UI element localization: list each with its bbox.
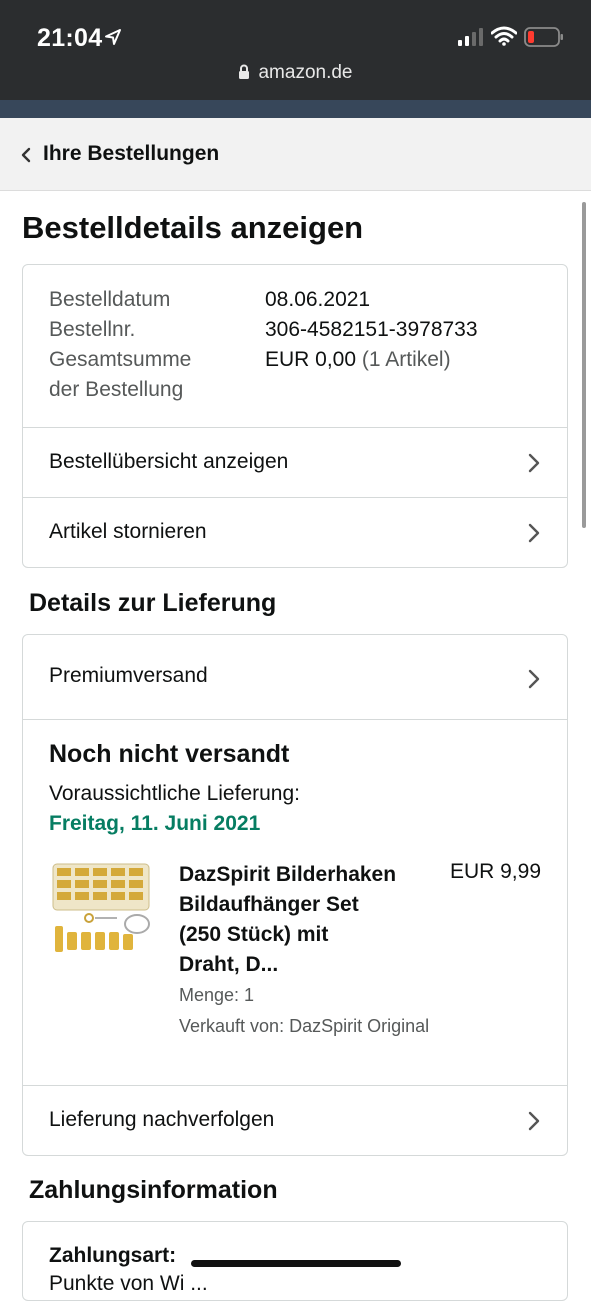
battery-low-icon xyxy=(524,27,563,47)
shipment-status: Noch nicht versandt xyxy=(49,740,290,768)
chevron-right-icon xyxy=(528,523,540,543)
chevron-right-icon xyxy=(528,453,540,473)
order-total-value: EUR 0,00 xyxy=(265,348,357,371)
order-number-value: 306-4582151-3978733 xyxy=(265,318,478,341)
order-number-label: Bestellnr. xyxy=(49,318,136,341)
delivery-section-title: Details zur Lieferung xyxy=(29,589,277,617)
order-summary-card: Bestelldatum Bestellnr. Gesamtsumme der … xyxy=(22,264,568,568)
status-time: 21:04 xyxy=(37,24,103,52)
address-bar[interactable]: amazon.de xyxy=(0,62,591,92)
amazon-nav-strip xyxy=(0,100,591,118)
order-item-count: (1 Artikel) xyxy=(361,348,451,371)
expected-delivery-label: Voraussichtliche Lieferung: xyxy=(49,782,300,805)
product-title-line[interactable]: Draht, D... xyxy=(179,950,396,980)
product-title-line[interactable]: Bildaufhänger Set xyxy=(179,890,396,920)
lock-icon xyxy=(239,64,250,79)
order-overview-row[interactable]: Bestellübersicht anzeigen xyxy=(23,427,567,497)
payment-method-label: Zahlungsart: xyxy=(49,1244,177,1267)
shipping-method-row[interactable]: Premiumversand xyxy=(23,635,567,719)
url-text: amazon.de xyxy=(258,62,353,83)
product-title-line[interactable]: DazSpirit Bilderhaken xyxy=(179,860,396,890)
browser-chrome: 21:04 amazon.de xyxy=(0,0,591,100)
payment-card: Zahlungsart: Punkte von Wi ... xyxy=(22,1221,568,1301)
back-link-label[interactable]: Ihre Bestellungen xyxy=(43,142,219,166)
product-title[interactable]: DazSpirit Bilderhaken Bildaufhänger Set … xyxy=(179,860,396,980)
chevron-right-icon xyxy=(528,669,540,689)
shipping-method[interactable]: Premiumversand xyxy=(49,664,208,688)
cellular-signal-icon xyxy=(458,28,483,46)
product-image[interactable] xyxy=(49,860,153,964)
wifi-icon xyxy=(491,26,517,46)
order-date-value: 08.06.2021 xyxy=(265,288,371,311)
track-delivery-link[interactable]: Lieferung nachverfolgen xyxy=(49,1108,274,1132)
order-total-label-cont: der Bestellung xyxy=(49,378,184,401)
chevron-right-icon xyxy=(528,1111,540,1131)
delivery-card: Premiumversand Noch nicht versandt Vorau… xyxy=(22,634,568,1156)
product-title-line[interactable]: (250 Stück) mit xyxy=(179,920,396,950)
product-seller: Verkauft von: DazSpirit Original xyxy=(179,1016,430,1036)
track-delivery-row[interactable]: Lieferung nachverfolgen xyxy=(23,1085,567,1155)
order-date-label: Bestelldatum xyxy=(49,288,171,311)
page-title: Bestelldetails anzeigen xyxy=(22,210,364,245)
order-overview-link[interactable]: Bestellübersicht anzeigen xyxy=(49,450,288,474)
order-values: 08.06.2021 306-4582151-3978733 EUR 0,00 … xyxy=(265,285,478,375)
product-price: EUR 9,99 xyxy=(449,860,541,883)
payment-section-title: Zahlungsinformation xyxy=(29,1176,278,1204)
chevron-left-icon xyxy=(21,147,31,163)
order-info: Bestelldatum Bestellnr. Gesamtsumme der … xyxy=(49,285,191,405)
product-quantity: Menge: 1 xyxy=(179,985,255,1005)
page-scrollbar[interactable] xyxy=(582,202,586,528)
cancel-items-row[interactable]: Artikel stornieren xyxy=(23,497,567,567)
expected-delivery-date: Freitag, 11. Juni 2021 xyxy=(49,812,261,835)
back-navigation[interactable]: Ihre Bestellungen xyxy=(0,118,591,191)
cancel-items-link[interactable]: Artikel stornieren xyxy=(49,520,207,544)
redaction-bar xyxy=(191,1260,401,1267)
order-total-label: Gesamtsumme xyxy=(49,348,192,371)
location-arrow-icon xyxy=(105,29,121,45)
payment-method-detail: Punkte von Wi ... xyxy=(49,1272,208,1295)
shipment-details: Noch nicht versandt Voraussichtliche Lie… xyxy=(23,719,567,1087)
